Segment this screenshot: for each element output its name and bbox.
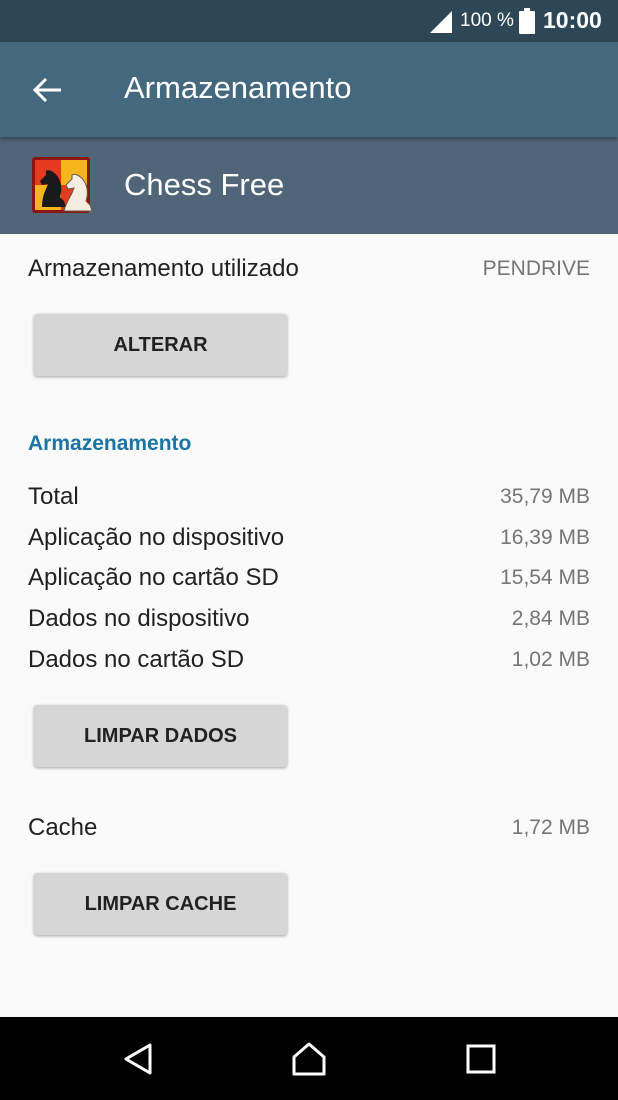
storage-used-row: Armazenamento utilizado PENDRIVE: [28, 255, 590, 289]
storage-row-data-device: Dados no dispositivo 2,84 MB: [28, 605, 590, 639]
storage-section-title: Armazenamento: [28, 432, 192, 455]
signal-icon: [430, 11, 452, 33]
storage-row-label: Dados no cartão SD: [28, 646, 245, 673]
storage-row-app-sd: Aplicação no cartão SD 15,54 MB: [28, 564, 590, 598]
storage-row-value: 16,39 MB: [500, 526, 590, 549]
storage-row-value: 15,54 MB: [500, 566, 590, 589]
storage-row-value: 1,02 MB: [511, 648, 590, 671]
status-bar: 100 % 10:00: [0, 0, 618, 42]
storage-row-total: Total 35,79 MB: [28, 483, 590, 517]
storage-row-value: 2,84 MB: [511, 607, 590, 630]
storage-row-value: 35,79 MB: [500, 485, 590, 508]
toolbar: Armazenamento: [0, 42, 618, 137]
clear-data-button[interactable]: LIMPAR DADOS: [34, 705, 287, 767]
back-triangle-icon[interactable]: [120, 1041, 156, 1077]
app-header: Chess Free: [0, 137, 618, 234]
storage-row-app-device: Aplicação no dispositivo 16,39 MB: [28, 524, 590, 558]
recents-icon[interactable]: [463, 1041, 499, 1077]
storage-row-label: Aplicação no cartão SD: [28, 564, 279, 591]
battery-icon: [519, 8, 535, 34]
app-name: Chess Free: [124, 167, 285, 202]
storage-used-label: Armazenamento utilizado: [28, 255, 299, 282]
battery-percent: 100 %: [460, 10, 514, 31]
alterar-button[interactable]: ALTERAR: [34, 314, 287, 376]
cache-label: Cache: [28, 814, 98, 841]
navigation-bar: [0, 1017, 618, 1100]
status-clock: 10:00: [543, 7, 602, 33]
page-title: Armazenamento: [124, 70, 352, 105]
cache-value: 1,72 MB: [511, 816, 590, 839]
storage-row-label: Dados no dispositivo: [28, 605, 250, 632]
home-icon[interactable]: [291, 1041, 327, 1077]
back-arrow-icon[interactable]: [31, 75, 63, 105]
cache-row: Cache 1,72 MB: [28, 814, 590, 848]
storage-used-value: PENDRIVE: [482, 257, 590, 280]
storage-row-label: Aplicação no dispositivo: [28, 524, 285, 551]
storage-row-label: Total: [28, 483, 79, 510]
clear-cache-button[interactable]: LIMPAR CACHE: [34, 873, 287, 935]
storage-row-data-sd: Dados no cartão SD 1,02 MB: [28, 646, 590, 680]
chess-app-icon: [32, 157, 93, 213]
